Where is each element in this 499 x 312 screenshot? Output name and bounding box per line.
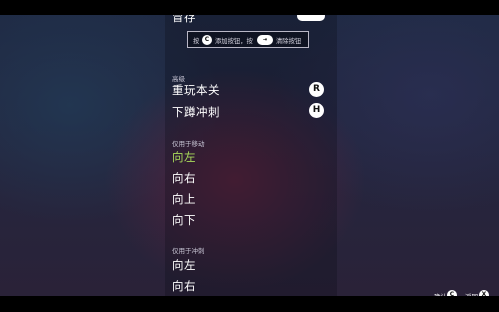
menu-item-move-up[interactable]: 向上 [172, 191, 196, 207]
menu-item-move-down[interactable]: 向下 [172, 212, 196, 228]
confirm-label: 确认 [434, 291, 447, 296]
key-hint-box: 按 C 添加按钮，按 ⇥ 清除按钮 [187, 31, 309, 48]
menu-item-dash-left[interactable]: 向左 [172, 257, 196, 273]
clear-button-icon: ⇥ [257, 35, 273, 45]
controls-menu-screen: 冒存 按 C 添加按钮，按 ⇥ 清除按钮 高级 重玩本关 R 下蹲冲刺 H 仅用… [0, 15, 499, 296]
hint-clear-text: 清除按钮 [276, 38, 302, 45]
confirm-button-icon[interactable]: C [447, 290, 457, 296]
section-move-only-header: 仅用于移动 [172, 140, 205, 148]
menu-item-partial[interactable]: 冒存 [172, 15, 196, 25]
key-badge-partial [297, 15, 325, 21]
back-label: 返回 [465, 291, 478, 296]
menu-item-crouch-dash[interactable]: 下蹲冲刺 [172, 104, 220, 120]
menu-item-move-left[interactable]: 向左 [172, 149, 196, 165]
menu-item-move-right[interactable]: 向右 [172, 170, 196, 186]
hint-add-text: 添加按钮，按 [215, 38, 253, 45]
key-badge-r[interactable]: R [309, 82, 324, 97]
section-dash-only-header: 仅用于冲刺 [172, 247, 205, 255]
add-button-icon: C [202, 35, 212, 45]
menu-item-dash-right[interactable]: 向右 [172, 278, 196, 294]
hint-press-text: 按 [193, 38, 200, 45]
key-badge-h[interactable]: H [309, 103, 324, 118]
back-button-icon[interactable]: X [479, 290, 489, 296]
game-frame: 冒存 按 C 添加按钮，按 ⇥ 清除按钮 高级 重玩本关 R 下蹲冲刺 H 仅用… [0, 0, 499, 312]
menu-item-retry[interactable]: 重玩本关 [172, 82, 220, 98]
